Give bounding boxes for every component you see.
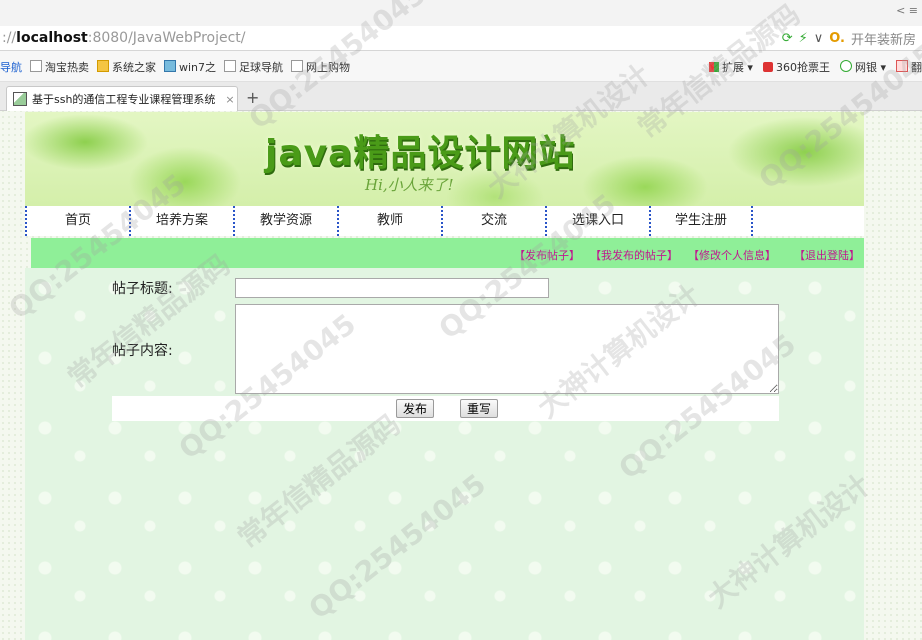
web-page: java精品设计网站 Hi,小人来了! 首页 培养方案 教学资源 教师 交流 选…: [25, 112, 864, 640]
extensions-button[interactable]: 扩展 ▾: [708, 59, 753, 75]
post-content-textarea[interactable]: [235, 304, 779, 394]
ticket-button[interactable]: 360抢票王: [762, 59, 830, 75]
bookmark-nav[interactable]: 导航: [0, 59, 22, 75]
refresh-icon[interactable]: ⟳: [782, 31, 793, 46]
user-action-bar: 【发布帖子】 【我发布的帖子】 【修改个人信息】 【退出登陆】: [31, 238, 864, 268]
publish-post-link[interactable]: 【发布帖子】: [514, 247, 580, 263]
nav-teachers[interactable]: 教师: [337, 206, 441, 236]
my-posts-link[interactable]: 【我发布的帖子】: [590, 247, 678, 263]
browser-title-strip: < ≡: [0, 0, 922, 27]
search-input[interactable]: 开年装新房: [851, 29, 916, 48]
chevron-left-icon[interactable]: < ≡: [896, 4, 918, 17]
site-title: java精品设计网站: [265, 133, 576, 174]
post-title-label: 帖子标题:: [112, 281, 173, 297]
bookmark-taobao[interactable]: 淘宝热卖: [30, 59, 89, 75]
publish-button[interactable]: 发布: [396, 399, 435, 418]
close-icon[interactable]: ×: [223, 93, 237, 106]
ticket-icon: [762, 62, 773, 72]
edit-profile-link[interactable]: 【修改个人信息】: [688, 247, 776, 263]
search-icon[interactable]: O.: [829, 31, 845, 46]
site-subtitle: Hi,小人来了!: [365, 176, 454, 194]
post-title-input[interactable]: [235, 278, 549, 298]
nav-home[interactable]: 首页: [25, 206, 129, 236]
site-banner: java精品设计网站 Hi,小人来了!: [25, 112, 864, 206]
nav-course-selection[interactable]: 选课入口: [545, 206, 649, 236]
content-area: 帖子标题: 帖子内容: 发布 重写: [25, 268, 864, 640]
bank-button[interactable]: 网银 ▾: [839, 59, 886, 75]
yuan-icon: [839, 60, 852, 72]
url-path: :8080/JavaWebProject/: [87, 30, 246, 46]
bird-icon: [164, 60, 176, 72]
address-bar[interactable]: ://localhost:8080/JavaWebProject/ ⟳ ⚡ ∨ …: [0, 26, 922, 51]
grid-icon: [708, 62, 719, 72]
nav-student-register[interactable]: 学生注册: [649, 206, 753, 236]
bookmark-shopping[interactable]: 网上购物: [291, 59, 350, 75]
nav-curriculum[interactable]: 培养方案: [129, 206, 233, 236]
tab-title: 基于ssh的通信工程专业课程管理系统: [32, 93, 216, 106]
main-nav: 首页 培养方案 教学资源 教师 交流 选课入口 学生注册: [25, 206, 864, 236]
reset-button[interactable]: 重写: [460, 399, 499, 418]
page-icon: [30, 60, 42, 72]
windows-icon: [97, 60, 109, 72]
tab-bar: 基于ssh的通信工程专业课程管理系统 × +: [0, 82, 922, 111]
bookmarks-bar: 导航 淘宝热卖 系统之家 win7之 足球导航 网上购物 扩展 ▾ 360抢票王…: [0, 51, 922, 82]
tab-active[interactable]: 基于ssh的通信工程专业课程管理系统 ×: [6, 86, 238, 111]
bookmark-xitong[interactable]: 系统之家: [97, 59, 156, 75]
form-button-row: 发布 重写: [112, 396, 779, 421]
page-icon: [291, 60, 304, 72]
chevron-down-icon[interactable]: ∨: [814, 31, 824, 46]
translate-button[interactable]: 翻: [896, 59, 922, 75]
bookmark-football[interactable]: 足球导航: [224, 59, 283, 75]
nav-resources[interactable]: 教学资源: [233, 206, 337, 236]
post-content-label: 帖子内容:: [112, 343, 173, 359]
logout-link[interactable]: 【退出登陆】: [794, 247, 860, 263]
page-icon: [224, 60, 237, 72]
image-icon: [13, 92, 27, 106]
lightning-icon[interactable]: ⚡: [799, 31, 808, 46]
translate-icon: [896, 60, 908, 72]
new-tab-button[interactable]: +: [246, 88, 259, 107]
url-host: localhost: [16, 30, 88, 46]
bookmark-win7[interactable]: win7之: [164, 59, 216, 75]
url-field[interactable]: ://localhost:8080/JavaWebProject/: [2, 30, 246, 46]
nav-forum[interactable]: 交流: [441, 206, 545, 236]
